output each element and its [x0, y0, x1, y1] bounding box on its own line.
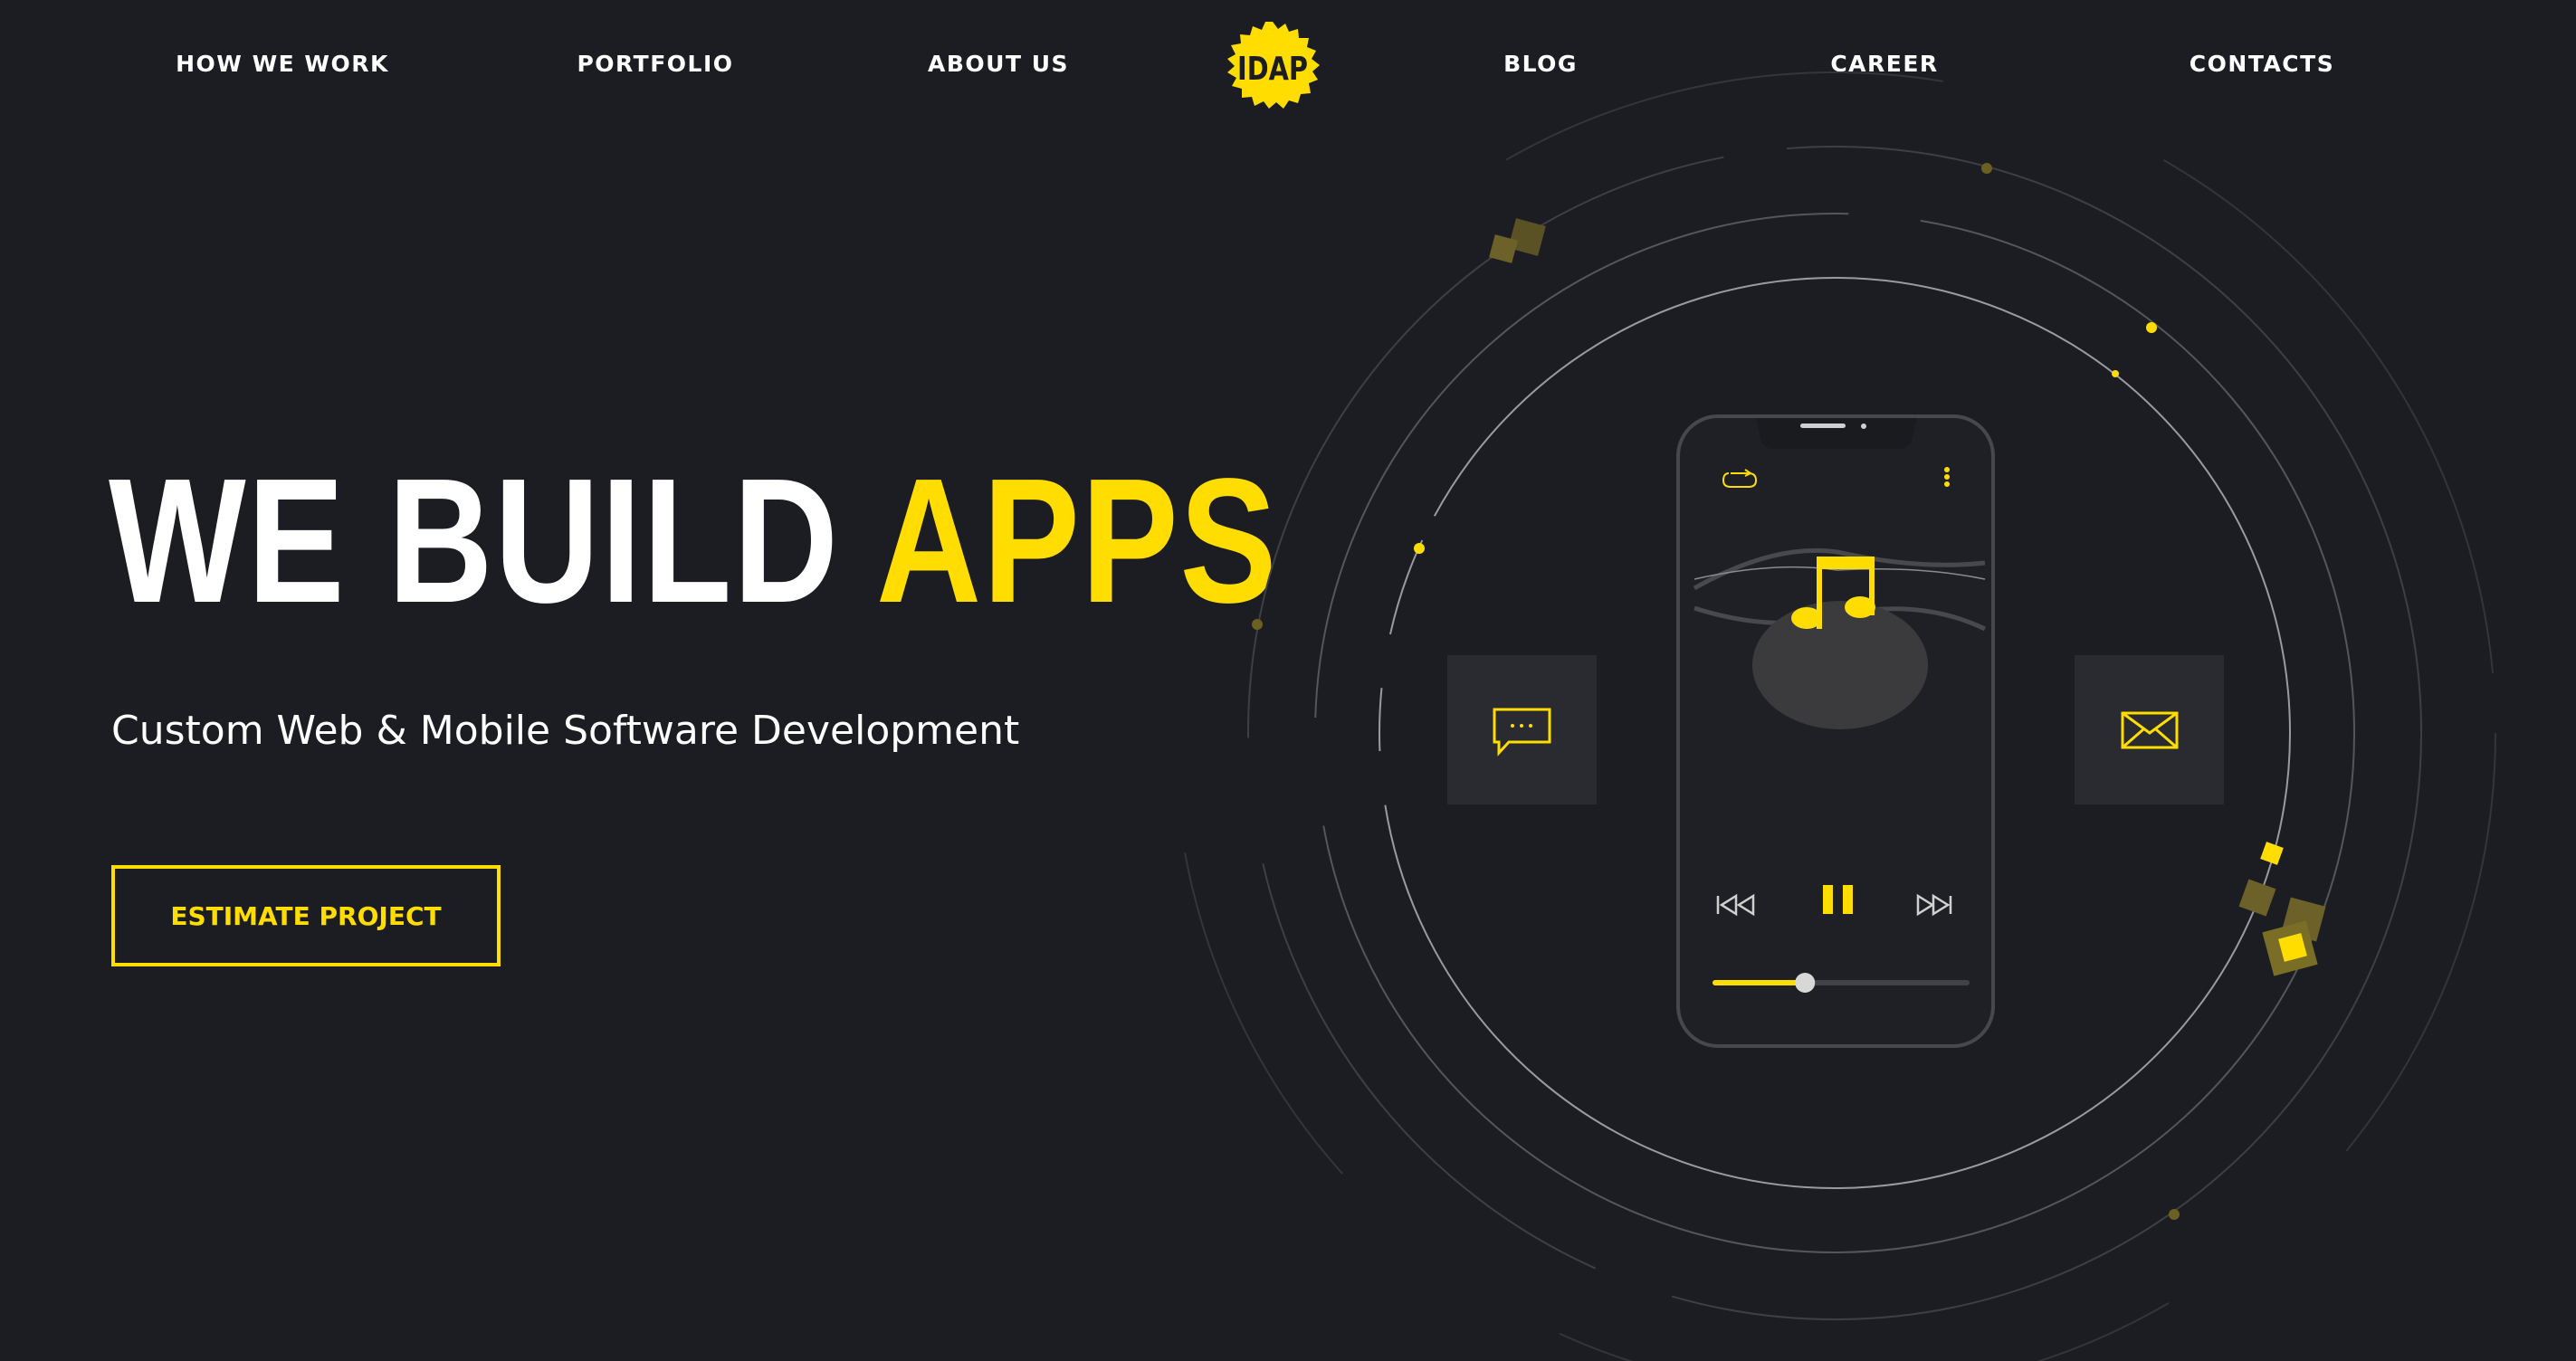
chat-bubble-icon [1493, 708, 1551, 757]
nav-blog[interactable]: BLOG [1503, 51, 1578, 77]
previous-icon [1716, 893, 1755, 917]
sound-waves [1693, 547, 1987, 632]
chat-card [1447, 655, 1597, 804]
nav-how-we-work[interactable]: HOW WE WORK [176, 51, 389, 77]
progress-track [1713, 980, 1970, 985]
progress-fill [1713, 980, 1806, 985]
hero-title: WE BUILD APPS [109, 452, 1278, 630]
estimate-project-button[interactable]: ESTIMATE PROJECT [111, 865, 501, 966]
music-note-icon [1791, 557, 1875, 629]
svg-text:IDAP: IDAP [1237, 50, 1308, 88]
decor-dots [1252, 163, 2180, 1220]
more-vertical-icon [1944, 467, 1950, 487]
pause-icon [1823, 885, 1853, 914]
progress-knob [1795, 973, 1816, 993]
mail-card [2075, 655, 2224, 804]
nav-about-us[interactable]: ABOUT US [928, 51, 1069, 77]
hero-title-accent: APPS [876, 442, 1279, 640]
hero-title-white: WE BUILD [109, 442, 840, 640]
hero-subtitle: Custom Web & Mobile Software Development [111, 708, 1020, 754]
mail-icon [2121, 711, 2179, 749]
decor-squares [1489, 218, 2326, 976]
idap-logo[interactable]: IDAP [1222, 16, 1323, 114]
nav-career[interactable]: CAREER [1830, 51, 1938, 77]
nav-contacts[interactable]: CONTACTS [2190, 51, 2334, 77]
phone-mockup [1676, 414, 1995, 1048]
repeat-icon [1722, 469, 1758, 488]
orbit-rings [1173, 71, 2496, 1361]
nav-portfolio[interactable]: PORTFOLIO [577, 51, 733, 77]
next-icon [1916, 893, 1952, 917]
hero-illustration [1173, 71, 2496, 1361]
